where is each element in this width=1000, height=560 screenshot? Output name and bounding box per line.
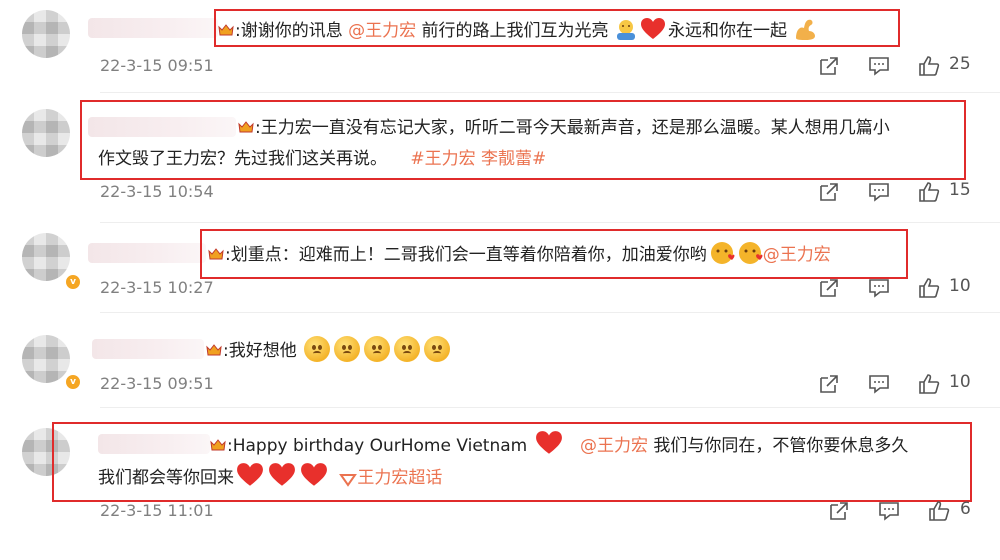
like-count: 25	[949, 54, 971, 74]
pleading-emoji-icon	[364, 336, 391, 362]
share-icon	[830, 502, 848, 520]
comment-4: v :我好想他 22-3-15 09:51 10	[0, 313, 1000, 408]
highlight-box	[200, 229, 908, 279]
pleading-emoji-icon	[424, 336, 451, 362]
avatar[interactable]	[22, 10, 70, 58]
timestamp: 22-3-15 10:54	[100, 182, 214, 201]
timestamp: 22-3-15 09:51	[100, 374, 214, 393]
comment-text: :我好想他	[206, 336, 452, 365]
comment-3: v :划重点：迎难而上！二哥我们会一直等着你陪着你，加油爱你哟 @王力宏 22-…	[0, 223, 1000, 313]
pleading-emoji-icon	[394, 336, 421, 362]
action-bar: 10	[818, 276, 1000, 299]
comment-2: :王力宏一直没有忘记大家，听听二哥今天最新声音，还是那么温暖。某人想用几篇小 作…	[0, 93, 1000, 223]
timestamp: 22-3-15 11:01	[100, 501, 214, 520]
comment-button[interactable]	[878, 500, 900, 522]
comment-5: :Happy birthday OurHome Vietnam @王力宏 我们与…	[0, 408, 1000, 560]
share-button[interactable]	[818, 181, 840, 203]
like-icon	[919, 182, 940, 202]
like-icon	[919, 56, 940, 76]
verified-badge: v	[64, 273, 82, 291]
comment-button[interactable]	[868, 55, 890, 77]
share-icon	[820, 183, 838, 201]
action-bar: 25	[818, 54, 1000, 77]
pleading-emoji-icon	[304, 336, 331, 362]
username-blurred[interactable]	[92, 339, 204, 359]
share-button[interactable]	[818, 373, 840, 395]
like-icon	[929, 501, 950, 521]
like-count: 6	[960, 499, 971, 519]
timestamp: 22-3-15 10:27	[100, 278, 214, 297]
verified-badge: v	[64, 373, 82, 391]
comment-button[interactable]	[868, 373, 890, 395]
username-blurred[interactable]	[88, 243, 206, 263]
share-button[interactable]	[818, 277, 840, 299]
comment-button[interactable]	[868, 181, 890, 203]
share-icon	[820, 375, 838, 393]
like-button[interactable]	[918, 181, 940, 203]
like-count: 15	[949, 180, 971, 200]
share-icon	[820, 57, 838, 75]
highlight-box	[80, 100, 966, 180]
like-button[interactable]	[928, 500, 950, 522]
comment-icon	[869, 57, 889, 76]
action-bar: 10	[818, 372, 1000, 395]
comment-body: :我好想他	[223, 341, 297, 361]
like-count: 10	[949, 276, 971, 296]
crown-icon	[206, 342, 222, 358]
like-icon	[919, 374, 940, 394]
like-button[interactable]	[918, 277, 940, 299]
action-bar: 6	[828, 499, 1000, 522]
comment-1: :谢谢你的讯息 @王力宏 前行的路上我们互为光亮 永远和你在一起 22-3-15…	[0, 0, 1000, 95]
pleading-emoji-icon	[334, 336, 361, 362]
share-button[interactable]	[828, 500, 850, 522]
avatar[interactable]	[22, 335, 70, 383]
highlight-box	[214, 9, 900, 47]
comment-button[interactable]	[868, 277, 890, 299]
like-count: 10	[949, 372, 971, 392]
share-button[interactable]	[818, 55, 840, 77]
avatar[interactable]	[22, 109, 70, 157]
highlight-box	[52, 422, 972, 502]
comment-icon	[869, 375, 889, 394]
share-icon	[820, 279, 838, 297]
username-blurred[interactable]	[88, 18, 218, 38]
like-button[interactable]	[918, 55, 940, 77]
timestamp: 22-3-15 09:51	[100, 56, 214, 75]
comment-icon	[879, 502, 899, 521]
action-bar: 15	[818, 180, 1000, 203]
avatar[interactable]	[22, 233, 70, 281]
comment-icon	[869, 279, 889, 298]
comment-icon	[869, 183, 889, 202]
like-button[interactable]	[918, 373, 940, 395]
like-icon	[919, 278, 940, 298]
